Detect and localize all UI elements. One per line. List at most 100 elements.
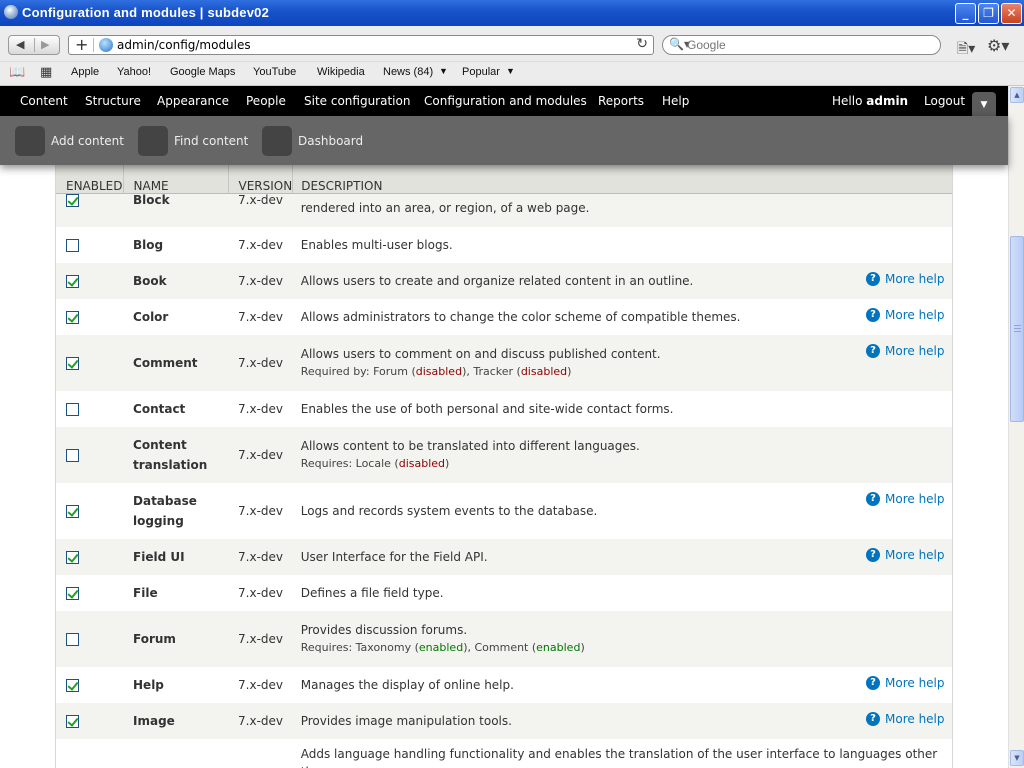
bookmark-google-maps[interactable]: Google Maps (170, 66, 235, 78)
module-checkbox[interactable] (66, 311, 79, 324)
search-box[interactable]: 🔍▾ (662, 35, 941, 55)
module-checkbox[interactable] (66, 587, 79, 600)
module-checkbox[interactable] (66, 679, 79, 692)
status-badge: enabled (536, 641, 581, 654)
forward-icon[interactable]: ▶ (41, 38, 49, 51)
reload-icon[interactable]: ↻ (636, 36, 648, 52)
module-checkbox[interactable] (66, 505, 79, 518)
more-help-label[interactable]: More help (885, 492, 945, 506)
bookmark-apple[interactable]: Apple (71, 66, 99, 78)
close-button[interactable]: ✕ (1001, 3, 1022, 24)
module-checkbox[interactable] (66, 551, 79, 564)
menu-structure[interactable]: Structure (85, 94, 141, 108)
menu-reports[interactable]: Reports (598, 94, 644, 108)
module-description: Allows content to be translated into dif… (292, 427, 862, 483)
gear-icon[interactable]: ⚙▾ (987, 36, 1009, 55)
module-checkbox[interactable] (66, 449, 79, 462)
menu-people[interactable]: People (246, 94, 286, 108)
address-bar[interactable]: + admin/config/modules ↻ (68, 35, 654, 55)
module-name: Contact (123, 391, 229, 427)
back-icon[interactable]: ◀ (16, 38, 24, 51)
user-greeting: Hello admin (832, 94, 909, 108)
requirements-label: ), Tracker ( (462, 365, 521, 378)
requirements-label: ) (580, 641, 585, 654)
description-text: Allows administrators to change the colo… (300, 310, 741, 324)
search-input[interactable] (687, 38, 927, 52)
more-help-label[interactable]: More help (885, 548, 945, 562)
module-checkbox[interactable] (66, 357, 79, 370)
bookmark-news[interactable]: News (84) (383, 66, 433, 78)
module-name: Block (123, 193, 229, 227)
menu-site-configuration[interactable]: Site configuration (304, 94, 410, 108)
more-help-link[interactable]: ? More help (866, 492, 945, 506)
chevron-down-icon[interactable]: ▼ (439, 66, 448, 76)
module-version: 7.x-dev (228, 575, 293, 611)
more-help-link[interactable]: ? More help (866, 676, 945, 690)
menu-help[interactable]: Help (662, 94, 689, 108)
url-text[interactable]: admin/config/modules (117, 38, 251, 52)
description-text: Allows users to create and organize rela… (300, 274, 694, 288)
header-name[interactable]: NAME (123, 165, 229, 194)
admin-toolbar: Content Structure Appearance People Site… (0, 86, 1008, 116)
description-text: Adds language handling functionality and… (300, 747, 938, 768)
table-row: Block 7.x-dev rendered into an area, or … (56, 193, 952, 227)
bookmark-popular[interactable]: Popular (462, 66, 500, 78)
more-help-label[interactable]: More help (885, 272, 945, 286)
more-help-link[interactable]: ? More help (866, 308, 945, 322)
page-menu-icon[interactable]: 🗎▾ (957, 38, 975, 62)
more-help-label[interactable]: More help (885, 344, 945, 358)
module-checkbox[interactable] (66, 194, 79, 207)
more-help-link[interactable]: ? More help (866, 548, 945, 562)
more-help-label[interactable]: More help (885, 676, 945, 690)
module-name: Database logging (123, 483, 229, 539)
maximize-button[interactable]: ❐ (978, 3, 999, 24)
more-help-link[interactable]: ? More help (866, 344, 945, 358)
more-help-label[interactable]: More help (885, 308, 945, 322)
vertical-scrollbar[interactable]: ▲ ▼ (1008, 86, 1024, 768)
more-help-link[interactable]: ? More help (866, 272, 945, 286)
scroll-down-icon[interactable]: ▼ (1010, 750, 1024, 766)
header-enabled[interactable]: ENABLED (56, 165, 124, 194)
menu-content[interactable]: Content (20, 94, 68, 108)
module-version: 7.x-dev (228, 483, 293, 539)
add-bookmark-icon[interactable]: + (75, 35, 88, 54)
scrollbar-thumb[interactable] (1010, 236, 1024, 422)
more-help-link[interactable]: ? More help (866, 712, 945, 726)
menu-appearance[interactable]: Appearance (157, 94, 229, 108)
username[interactable]: admin (866, 94, 908, 108)
bookmark-youtube[interactable]: YouTube (253, 66, 296, 78)
minimize-button[interactable]: _ (955, 3, 976, 24)
more-help-label[interactable]: More help (885, 712, 945, 726)
module-checkbox[interactable] (66, 275, 79, 288)
shortcut-icon (15, 126, 45, 156)
scroll-up-icon[interactable]: ▲ (1010, 87, 1024, 103)
grid-icon[interactable]: ▦ (40, 65, 52, 80)
header-version[interactable]: VERSION (228, 165, 294, 194)
module-description: Manages the display of online help. (292, 667, 862, 703)
module-version: 7.x-dev (228, 335, 293, 391)
book-icon[interactable]: 📖 (9, 65, 25, 80)
table-row: Forum 7.x-dev Provides discussion forums. R… (56, 611, 952, 667)
requirements-text: Requires: Taxonomy (enabled), Comment (e… (301, 639, 862, 657)
module-description: Defines a file field type. (292, 575, 862, 611)
bookmark-wikipedia[interactable]: Wikipedia (317, 66, 365, 78)
bookmark-yahoo[interactable]: Yahoo! (117, 66, 151, 78)
description-text: Allows content to be translated into dif… (300, 439, 640, 453)
module-checkbox[interactable] (66, 403, 79, 416)
module-checkbox[interactable] (66, 633, 79, 646)
header-description[interactable]: DESCRIPTION (292, 165, 952, 194)
chevron-down-icon[interactable]: ▼ (506, 66, 515, 76)
title-bar: Configuration and modules | subdev02 _ ❐… (0, 0, 1024, 26)
module-name: Help (123, 667, 229, 703)
module-checkbox[interactable] (66, 239, 79, 252)
menu-configuration-and-modules[interactable]: Configuration and modules (424, 94, 587, 108)
toggle-shortcuts-icon[interactable]: ▼ (972, 92, 996, 116)
help-icon: ? (866, 308, 880, 322)
module-description: Provides discussion forums. Requires: Tax… (292, 611, 862, 667)
table-row: Content translation 7.x-dev Allows content… (56, 427, 952, 483)
requirements-label: Requires: Locale ( (300, 457, 399, 470)
module-name (123, 739, 229, 768)
logout-link[interactable]: Logout (924, 94, 965, 108)
module-name: Forum (123, 611, 229, 667)
module-checkbox[interactable] (66, 715, 79, 728)
